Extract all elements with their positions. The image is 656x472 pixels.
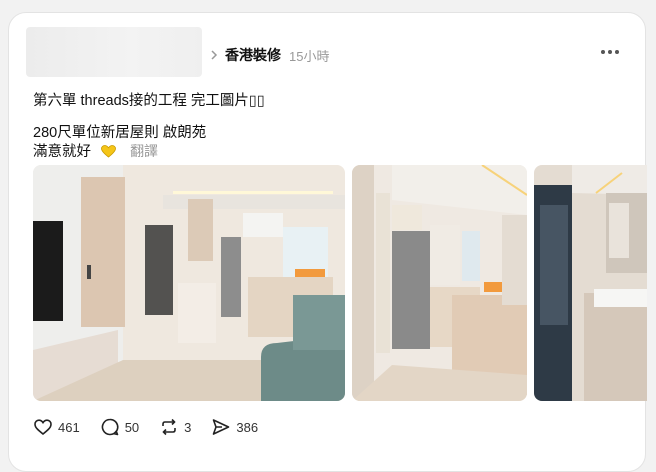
share-button[interactable]: 386	[211, 417, 258, 437]
photo-3[interactable]	[534, 165, 647, 401]
action-bar: 461 50 3 386	[33, 415, 278, 439]
photo-gallery[interactable]	[33, 165, 647, 401]
post-header: 香港裝修 15小時	[207, 45, 329, 65]
comment-button[interactable]: 50	[100, 417, 139, 437]
translate-link[interactable]: 翻譯	[130, 143, 158, 159]
repost-button[interactable]: 3	[159, 417, 191, 437]
yellow-heart-emoji-icon	[101, 145, 116, 158]
share-count: 386	[236, 419, 259, 435]
photo-2[interactable]	[352, 165, 527, 401]
post-card[interactable]: 香港裝修 15小時 第六單 threads接的工程 完工圖片▯▯ 280尺單位新…	[8, 12, 647, 472]
like-count: 461	[58, 419, 80, 435]
photo-1[interactable]	[33, 165, 345, 401]
blurred-author-info	[26, 27, 202, 77]
like-button[interactable]: 461	[33, 417, 80, 437]
post-text-line1: 第六單 threads接的工程 完工圖片▯▯	[33, 93, 265, 109]
post-text-line3: 滿意就好 翻譯	[33, 140, 158, 161]
topic-link[interactable]: 香港裝修	[225, 45, 281, 65]
more-dots-icon[interactable]	[601, 44, 623, 60]
comment-count: 50	[124, 419, 140, 435]
post-text-line3-label: 滿意就好	[33, 144, 91, 160]
repost-icon	[162, 418, 176, 436]
share-icon	[213, 419, 230, 435]
comment-icon	[101, 418, 119, 436]
heart-icon	[34, 419, 52, 436]
post-timestamp[interactable]: 15小時	[289, 46, 329, 65]
post-text-line2: 280尺單位新居屋則 啟朗苑	[33, 125, 207, 141]
repost-count: 3	[184, 419, 192, 435]
chevron-right-icon	[207, 48, 221, 62]
